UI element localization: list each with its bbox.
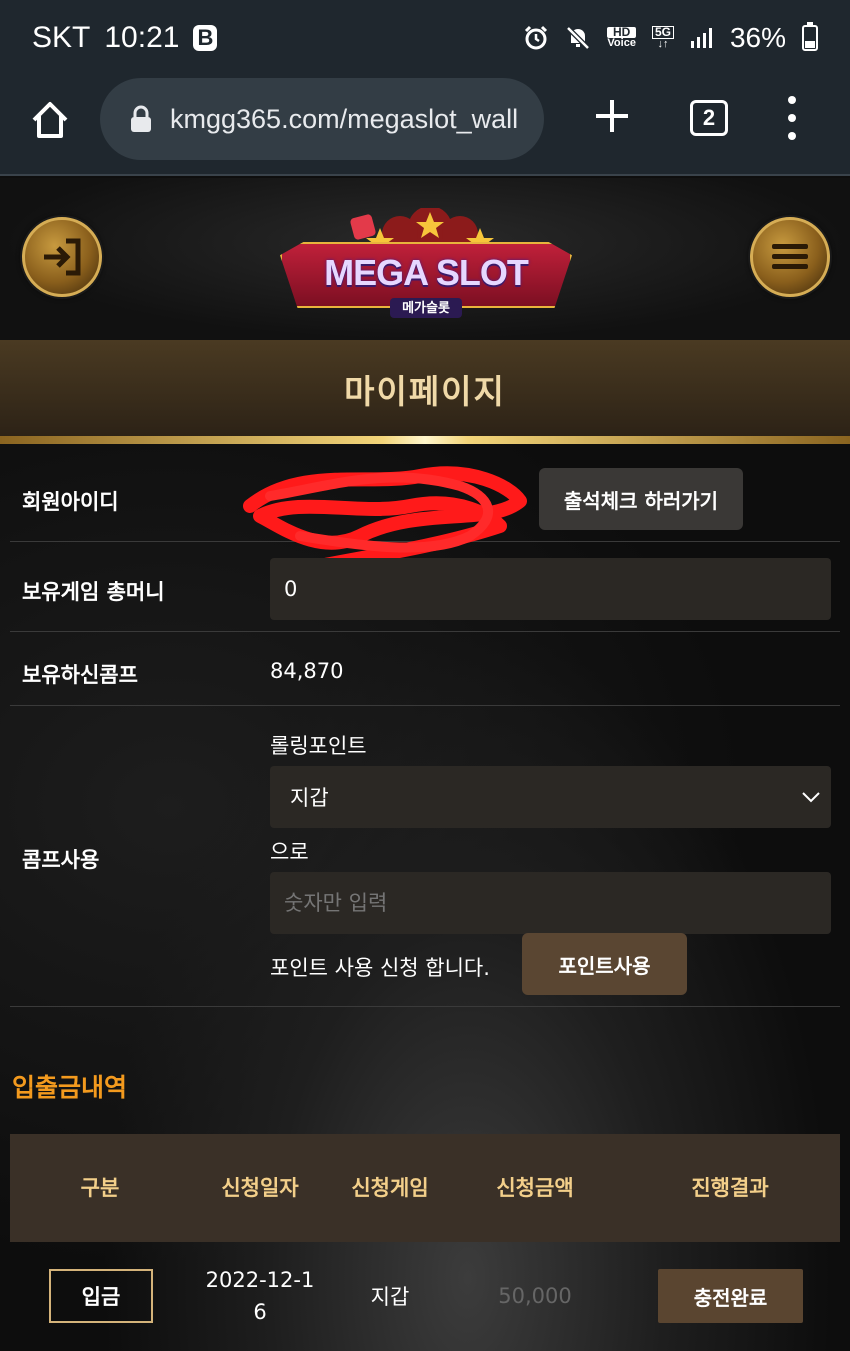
- lock-icon: [131, 105, 151, 132]
- status-badge: 충전완료: [658, 1269, 803, 1323]
- status-right: HD Voice 5G ↓↑ 36%: [523, 22, 818, 54]
- url-text: kmgg365.com/megaslot_wall: [170, 103, 519, 134]
- site-header: MEGA SLOT 메가슬롯: [0, 178, 850, 340]
- more-options-icon[interactable]: [782, 96, 802, 140]
- menu-button[interactable]: [750, 217, 830, 297]
- mute-icon: [566, 26, 591, 50]
- col-result: 진행결과: [691, 1176, 769, 1200]
- comp-value: 84,870: [270, 659, 344, 683]
- status-left: SKT 10:21 B: [32, 21, 218, 55]
- col-amount: 신청금액: [496, 1176, 574, 1200]
- logo-text: MEGA SLOT: [324, 252, 529, 293]
- address-bar[interactable]: kmgg365.com/megaslot_wall: [100, 78, 544, 160]
- logo-subtitle: 메가슬롯: [390, 298, 462, 318]
- comp-use-label: 콤프사용: [22, 848, 100, 872]
- status-bar: SKT 10:21 B HD Voice 5G ↓↑ 36%: [0, 0, 850, 76]
- comp-use-row: 콤프사용 롤링포인트 지갑 으로 포인트 사용 신청 합니다. 포인트사용: [10, 706, 840, 1007]
- app-notification-icon: B: [193, 25, 218, 51]
- history-title: 입출금내역: [12, 1073, 128, 1102]
- carrier: SKT: [32, 21, 91, 54]
- wallet-select-value: 지갑: [290, 786, 329, 810]
- home-icon[interactable]: [28, 98, 72, 142]
- total-money-label: 보유게임 총머니: [22, 580, 165, 604]
- page-title: 마이페이지: [344, 372, 506, 411]
- use-points-button[interactable]: 포인트사용: [522, 933, 687, 995]
- alarm-icon: [525, 25, 548, 50]
- row-game: 지갑: [370, 1285, 410, 1309]
- member-id-label: 회원아이디: [22, 490, 119, 514]
- login-button[interactable]: [22, 217, 102, 297]
- battery-percent: 36%: [729, 22, 786, 53]
- row-date: 2022-12-16: [205, 1268, 315, 1324]
- battery-icon: [802, 22, 818, 51]
- chevron-down-icon: [802, 792, 820, 803]
- new-tab-icon[interactable]: [592, 96, 632, 136]
- total-money-value: 0: [270, 558, 831, 620]
- clock: 10:21: [104, 21, 180, 54]
- attendance-check-button[interactable]: 출석체크 하러가기: [539, 468, 743, 530]
- col-date: 신청일자: [221, 1176, 299, 1200]
- history-table-header: 구분 신청일자 신청게임 신청금액 진행결과: [10, 1134, 840, 1242]
- comp-row: 보유하신콤프 84,870: [10, 632, 840, 706]
- comp-label: 보유하신콤프: [22, 663, 138, 687]
- browser-toolbar: kmgg365.com/megaslot_wall 2: [0, 76, 850, 176]
- total-money-row: 보유게임 총머니 0: [10, 542, 840, 632]
- hamburger-icon: [772, 244, 808, 269]
- col-game: 신청게임: [351, 1176, 429, 1200]
- points-amount-input[interactable]: [270, 872, 831, 934]
- gold-divider: [0, 436, 850, 444]
- hd-voice-icon: HD Voice: [607, 25, 636, 49]
- rolling-point-label: 롤링포인트: [270, 734, 367, 758]
- tab-switcher-button[interactable]: 2: [690, 100, 728, 136]
- member-id-row: 회원아이디 출석체크 하러가기: [10, 456, 840, 573]
- network-5g-icon: 5G ↓↑: [651, 26, 674, 50]
- site-logo[interactable]: MEGA SLOT 메가슬롯: [280, 190, 572, 326]
- col-type: 구분: [80, 1176, 120, 1200]
- to-text: 으로: [270, 840, 309, 864]
- signal-icon: [690, 28, 712, 48]
- page-title-bar: 마이페이지: [0, 340, 850, 438]
- apply-text: 포인트 사용 신청 합니다.: [270, 956, 490, 980]
- type-badge: 입금: [49, 1269, 153, 1323]
- wallet-select[interactable]: 지갑: [270, 766, 831, 828]
- row-amount: 50,000: [498, 1284, 572, 1308]
- login-icon: [44, 238, 81, 276]
